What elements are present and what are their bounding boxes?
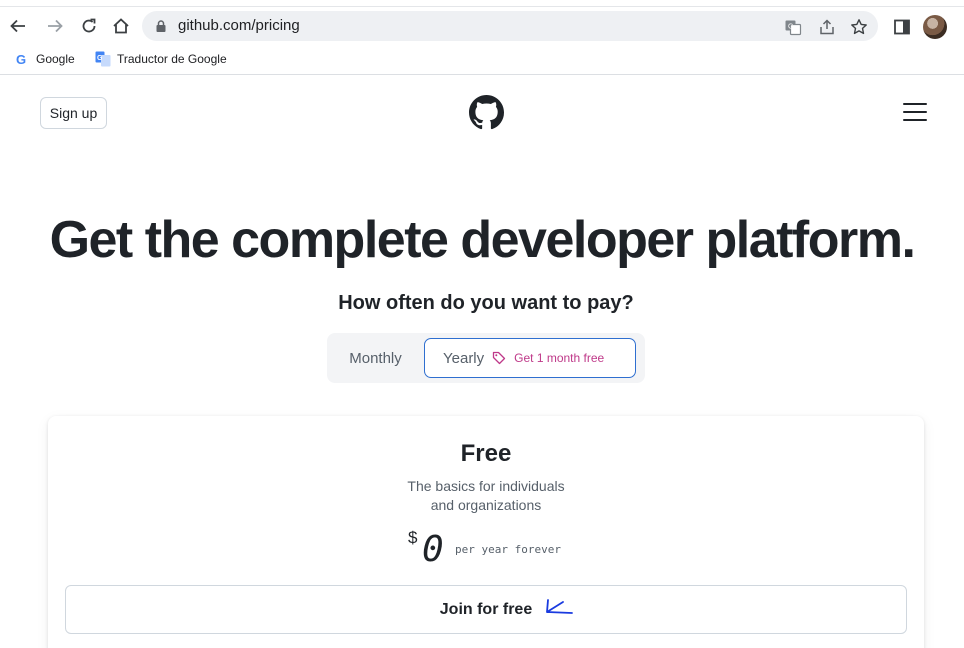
plan-description: The basics for individuals and organizat… — [386, 477, 586, 515]
arrow-right-icon — [48, 19, 63, 33]
billing-option-yearly[interactable]: Yearly Get 1 month free — [424, 338, 636, 378]
bookmark-star-button[interactable] — [850, 18, 868, 36]
forward-button[interactable] — [43, 14, 67, 38]
back-button[interactable] — [6, 14, 30, 38]
bookmark-label: Google — [36, 52, 75, 66]
google-translate-icon: G — [95, 51, 111, 67]
star-icon — [851, 19, 867, 35]
yearly-promo-badge: Get 1 month free — [514, 351, 605, 365]
bookmark-google-translate[interactable]: G Traductor de Google — [95, 51, 227, 67]
svg-text:G: G — [97, 55, 103, 62]
page-title: Get the complete developer platform. — [49, 211, 916, 269]
share-button[interactable] — [818, 18, 836, 36]
billing-toggle: Monthly Yearly Get 1 month free — [327, 333, 645, 383]
hamburger-menu-button[interactable] — [903, 103, 927, 123]
profile-avatar[interactable] — [923, 15, 947, 39]
url-text[interactable]: github.com/pricing — [178, 17, 300, 34]
svg-text:G: G — [788, 24, 793, 31]
browser-toolbar: github.com/pricing G — [0, 7, 964, 45]
translate-icon: G — [785, 20, 802, 36]
plan-name: Free — [460, 440, 512, 467]
bookmark-label: Traductor de Google — [117, 52, 227, 66]
plan-description-line: and organizations — [430, 497, 542, 513]
hamburger-bar — [903, 119, 927, 122]
hamburger-menu-icon — [903, 103, 927, 106]
billing-option-monthly[interactable]: Monthly — [327, 333, 424, 383]
bookmark-google[interactable]: G Google — [14, 51, 75, 67]
price-period: per year forever — [455, 543, 561, 556]
side-panel-button[interactable] — [893, 18, 911, 36]
translate-page-button[interactable]: G — [784, 18, 802, 36]
yearly-label: Yearly — [443, 349, 485, 367]
plan-description-line: The basics for individuals — [407, 478, 565, 494]
google-g-icon: G — [14, 51, 30, 67]
reload-icon — [82, 18, 96, 33]
join-for-free-button[interactable]: Join for free — [65, 585, 907, 634]
price-amount: 0 — [422, 529, 444, 570]
bookmarks-bar: G Google G Traductor de Google — [0, 45, 964, 75]
arrow-left-icon — [10, 19, 25, 33]
side-panel-icon — [894, 19, 910, 35]
home-button[interactable] — [109, 14, 133, 38]
github-octocat-icon — [469, 95, 504, 130]
billing-question: How often do you want to pay? — [338, 292, 634, 314]
hand-drawn-arrow-annotation — [546, 599, 573, 614]
tag-icon — [492, 351, 506, 365]
address-bar[interactable]: github.com/pricing G — [142, 11, 878, 41]
price-currency: $ — [408, 528, 418, 547]
home-icon — [113, 18, 129, 34]
svg-text:G: G — [16, 52, 26, 66]
lock-icon — [156, 20, 166, 32]
github-logo-link[interactable] — [469, 95, 504, 130]
reload-button[interactable] — [77, 14, 101, 38]
hamburger-bar — [903, 111, 927, 114]
sign-up-button[interactable]: Sign up — [40, 97, 107, 129]
browser-tab-strip — [0, 0, 964, 7]
share-icon — [820, 19, 834, 35]
